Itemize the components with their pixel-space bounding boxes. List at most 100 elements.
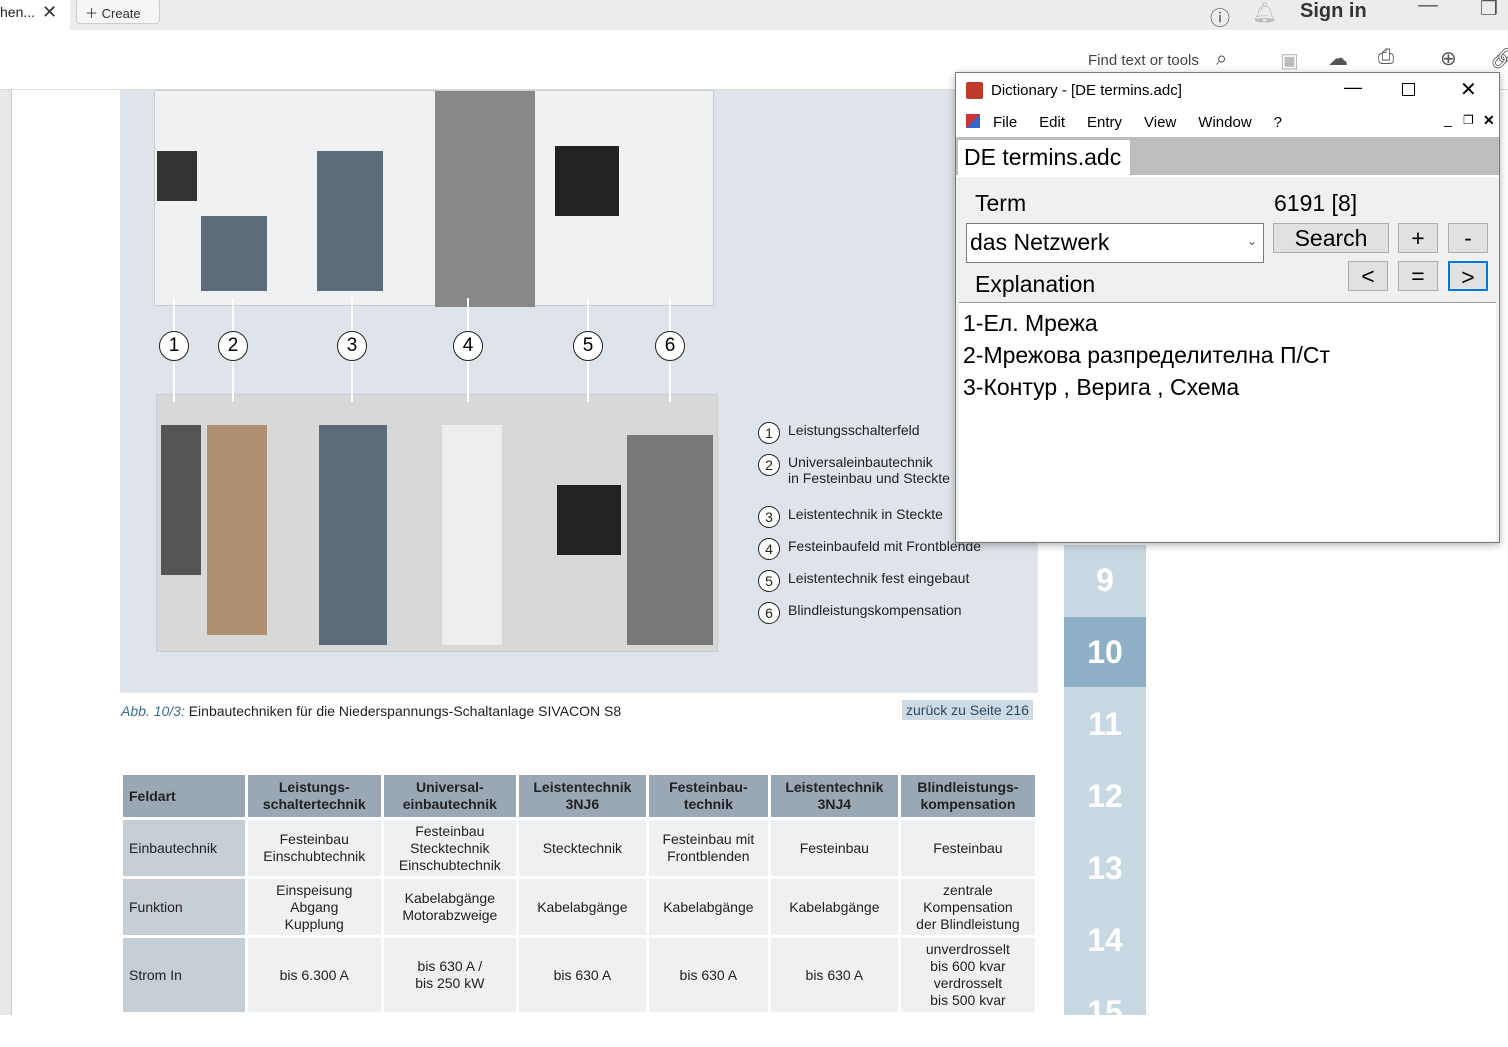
table-cell: Kabelabgänge bbox=[648, 879, 768, 935]
caption-text: Einbautechniken für die Niederspannungs-… bbox=[188, 703, 622, 719]
save-icon[interactable]: ▣ bbox=[1280, 48, 1299, 73]
browser-title-bar bbox=[0, 0, 1508, 30]
menu-help[interactable]: ? bbox=[1274, 114, 1282, 131]
term-combobox[interactable]: das Netzwerk ⌄ bbox=[966, 223, 1264, 263]
chapter-tabs: 9 10 11 12 13 14 15 bbox=[1064, 545, 1146, 1030]
legend-item: 6 Blindleistungskompensation bbox=[758, 602, 962, 624]
table-cell: bis 630 A bbox=[518, 938, 646, 1012]
minimize-icon[interactable]: — bbox=[1418, 0, 1438, 17]
term-value: das Netzwerk bbox=[970, 229, 1110, 255]
callout-6: 6 bbox=[655, 331, 685, 361]
table-cell: Festeinbau Einschubtechnik bbox=[247, 820, 381, 876]
legend-text: Leistentechnik fest eingebaut bbox=[788, 570, 970, 586]
chapter-tab-11[interactable]: 11 bbox=[1064, 689, 1146, 759]
menu-bar: File Edit Entry View Window? _ ❐ ✕ bbox=[956, 107, 1499, 137]
switchgear-open-photo bbox=[156, 394, 718, 652]
explanation-line: 2-Мрежова разпределителна П/Ст bbox=[963, 342, 1331, 368]
print-icon[interactable]: ⎙ bbox=[1378, 46, 1394, 69]
link-icon[interactable]: 🔗︎ bbox=[1490, 46, 1508, 71]
child-close-icon[interactable]: ✕ bbox=[1483, 112, 1495, 129]
legend-number: 6 bbox=[758, 602, 780, 624]
legend-text: Blindleistungskompensation bbox=[788, 602, 962, 618]
table-cell: Stecktechnik bbox=[518, 820, 646, 876]
figure-caption: Abb. 10/3: Einbautechniken für die Niede… bbox=[121, 703, 621, 719]
table-cell: Strom In bbox=[123, 938, 245, 1012]
column-header: Festeinbau-technik bbox=[648, 775, 768, 817]
share-user-icon[interactable]: ⊕ bbox=[1440, 46, 1457, 71]
close-icon[interactable]: ✕ bbox=[1460, 77, 1477, 102]
column-header: Universal-einbautechnik bbox=[383, 775, 516, 817]
legend-text: Leistentechnik in Steckte bbox=[788, 506, 943, 522]
table-cell: Festeinbau mit Frontblenden bbox=[648, 820, 768, 876]
restore-icon[interactable]: ❐ bbox=[1480, 0, 1498, 21]
legend-number: 2 bbox=[758, 454, 780, 476]
table-cell: Kabelabgänge bbox=[518, 879, 646, 935]
term-label: Term bbox=[975, 190, 1027, 216]
table-row: Funktion Einspeisung Abgang Kupplung Kabelab… bbox=[123, 879, 1035, 935]
bell-icon[interactable]: 🔔︎ bbox=[1252, 0, 1277, 25]
legend-number: 5 bbox=[758, 570, 780, 592]
dictionary-title-bar: Dictionary - [DE termins.adc] — ✕ bbox=[956, 73, 1499, 107]
callout-4: 4 bbox=[453, 331, 483, 361]
switchgear-front-photo bbox=[154, 90, 714, 307]
table-cell: Kabelabgänge Motorabzweige bbox=[383, 879, 516, 935]
menu-view[interactable]: View bbox=[1144, 114, 1176, 131]
term-count: 6191 [8] bbox=[1274, 190, 1358, 216]
search-button[interactable]: Search bbox=[1273, 223, 1389, 253]
table-cell: Einbautechnik bbox=[123, 820, 245, 876]
column-header: Leistentechnik 3NJ4 bbox=[770, 775, 898, 817]
create-button[interactable]: ＋ Create bbox=[76, 0, 160, 24]
table-cell: Kabelabgänge bbox=[770, 879, 898, 935]
remove-button[interactable]: - bbox=[1448, 223, 1488, 253]
table-cell: bis 630 A bbox=[770, 938, 898, 1012]
document-tab[interactable]: hen... bbox=[0, 0, 70, 30]
figure-switchgear: 1 2 3 4 5 6 1 Leistungsschalterfeld 2 Univ… bbox=[120, 90, 1038, 693]
minimize-icon[interactable]: — bbox=[1344, 77, 1362, 98]
column-header: Leistungs-schaltertechnik bbox=[247, 775, 381, 817]
chevron-down-icon[interactable]: ⌄ bbox=[1247, 234, 1257, 248]
legend-number: 4 bbox=[758, 538, 780, 560]
table-cell: Funktion bbox=[123, 879, 245, 935]
menu-entry[interactable]: Entry bbox=[1087, 114, 1122, 131]
legend-number: 3 bbox=[758, 506, 780, 528]
callout-2: 2 bbox=[218, 331, 248, 361]
search-icon[interactable]: ⌕ bbox=[1216, 48, 1227, 71]
column-header: Blindleistungs-kompensation bbox=[900, 775, 1035, 817]
document-tab[interactable]: DE termins.adc bbox=[958, 140, 1130, 175]
child-restore-icon[interactable]: ❐ bbox=[1463, 113, 1474, 127]
dictionary-window: Dictionary - [DE termins.adc] — ✕ File Ed… bbox=[955, 72, 1500, 543]
legend-text: Universaleinbautechnik bbox=[788, 454, 933, 470]
explanation-text[interactable]: 1-Ел. Мрежа 2-Мрежова разпределителна П/С… bbox=[959, 302, 1496, 541]
table-cell: zentrale Kompensation der Blindleistung bbox=[900, 879, 1035, 935]
back-to-page-link[interactable]: zurück zu Seite 216 bbox=[902, 700, 1033, 720]
previous-button[interactable]: < bbox=[1348, 261, 1388, 291]
add-button[interactable]: + bbox=[1398, 223, 1438, 253]
cloud-upload-icon[interactable]: ☁ bbox=[1328, 46, 1348, 71]
table-cell: bis 630 A bbox=[648, 938, 768, 1012]
menu-file[interactable]: File bbox=[993, 114, 1017, 131]
close-tab-icon[interactable]: ✕ bbox=[42, 2, 57, 23]
equal-button[interactable]: = bbox=[1398, 261, 1438, 291]
chapter-tab-10[interactable]: 10 bbox=[1064, 617, 1146, 687]
find-text-tools[interactable]: Find text or tools bbox=[1088, 52, 1199, 69]
table-cell: bis 6.300 A bbox=[247, 938, 381, 1012]
legend-item: 5 Leistentechnik fest eingebaut bbox=[758, 570, 969, 592]
maximize-icon[interactable] bbox=[1402, 83, 1415, 96]
chapter-tab-12[interactable]: 12 bbox=[1064, 761, 1146, 831]
menu-window[interactable]: Window bbox=[1198, 114, 1251, 131]
help-icon[interactable]: ⓘ bbox=[1210, 2, 1230, 31]
app-icon bbox=[966, 82, 983, 99]
menu-edit[interactable]: Edit bbox=[1039, 114, 1065, 131]
chapter-tab-15[interactable]: 15 bbox=[1064, 977, 1146, 1047]
child-minimize-icon[interactable]: _ bbox=[1444, 111, 1452, 127]
explanation-line: 3-Контур , Верига , Схема bbox=[963, 374, 1240, 400]
explanation-label: Explanation bbox=[975, 271, 1096, 297]
chapter-tab-13[interactable]: 13 bbox=[1064, 833, 1146, 903]
chapter-tab-9[interactable]: 9 bbox=[1064, 545, 1146, 615]
legend-item: 1 Leistungsschalterfeld bbox=[758, 422, 920, 444]
sign-in-button[interactable]: Sign in bbox=[1300, 0, 1367, 23]
legend-item: 2 Universaleinbautechnik in Festeinbau und… bbox=[758, 454, 950, 486]
chapter-tab-14[interactable]: 14 bbox=[1064, 905, 1146, 975]
table-cell: Festeinbau Stecktechnik Einschubtechnik bbox=[383, 820, 516, 876]
next-button[interactable]: > bbox=[1448, 261, 1488, 291]
